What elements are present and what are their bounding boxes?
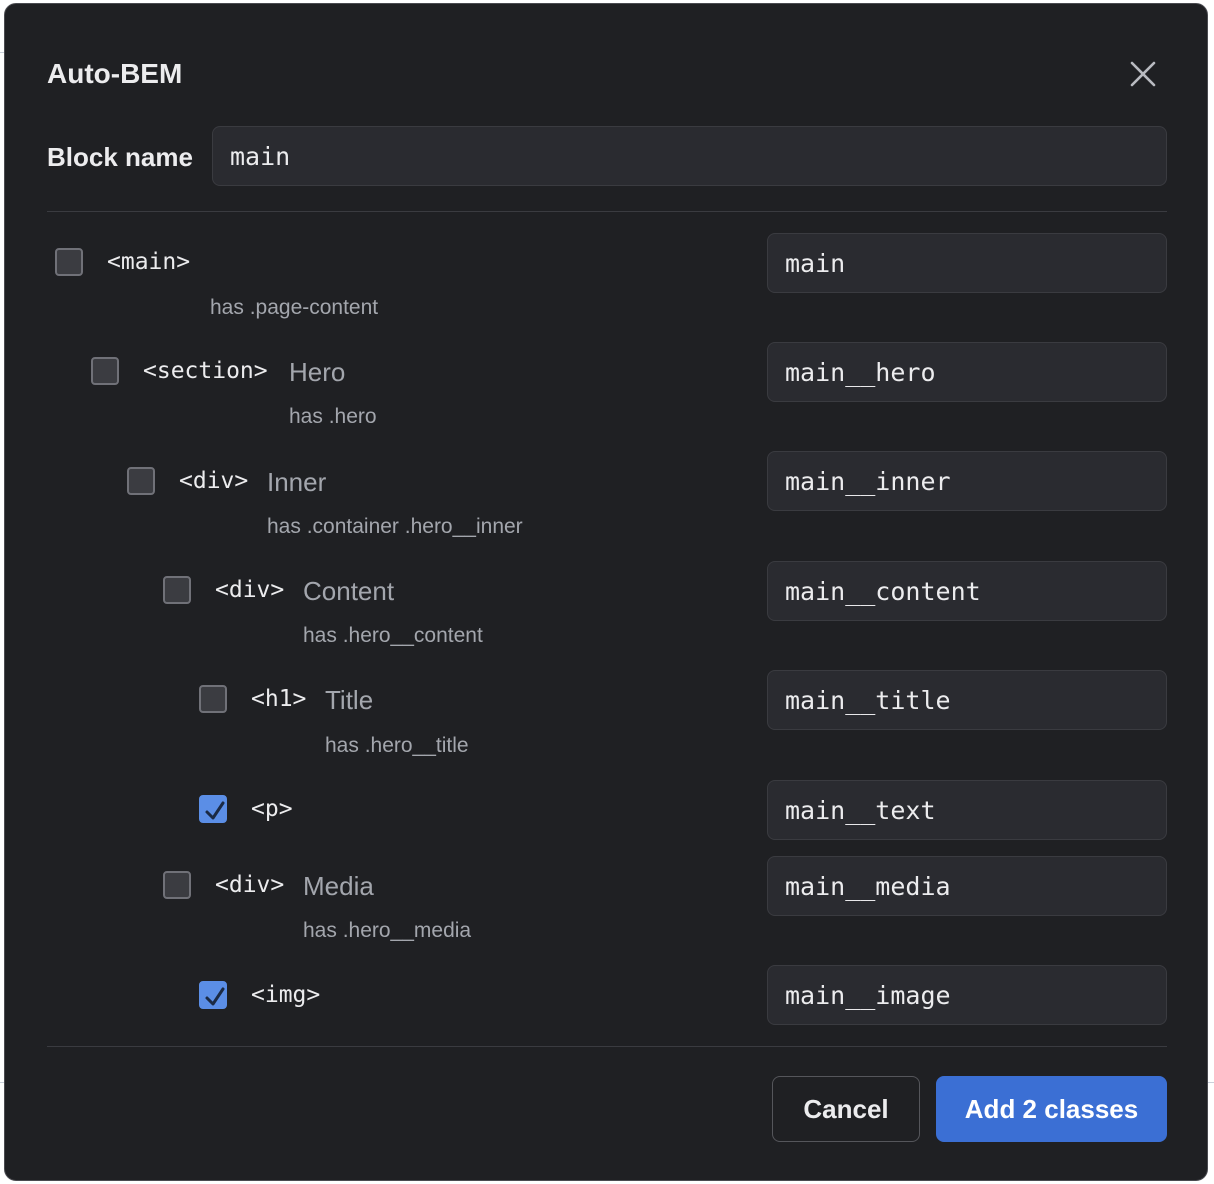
- bem-class-input[interactable]: [767, 670, 1167, 730]
- existing-classes: has .hero__title: [325, 734, 469, 757]
- close-button[interactable]: [1125, 56, 1161, 92]
- dialog-title: Auto-BEM: [47, 58, 183, 89]
- element-tag: <img>: [251, 982, 321, 1008]
- block-name-input[interactable]: [212, 126, 1167, 186]
- element-tag: <div>: [179, 468, 249, 494]
- existing-classes: has .page-content: [210, 296, 379, 319]
- element-role: Inner: [267, 467, 327, 497]
- bem-class-input[interactable]: [767, 965, 1167, 1025]
- element-tag: <div>: [215, 872, 285, 898]
- element-role: Hero: [289, 357, 346, 387]
- check-icon: [205, 801, 225, 820]
- row-checkbox[interactable]: [55, 248, 83, 276]
- existing-classes: has .container .hero__inner: [267, 515, 523, 538]
- add-classes-button[interactable]: Add 2 classes: [936, 1076, 1167, 1142]
- block-name-label: Block name: [47, 142, 193, 172]
- row-checkbox[interactable]: [91, 357, 119, 385]
- close-icon: [1130, 61, 1156, 87]
- bem-class-input[interactable]: [767, 451, 1167, 511]
- row-checkbox[interactable]: [127, 467, 155, 495]
- element-tag: <section>: [143, 358, 268, 384]
- element-tag: <div>: [215, 577, 285, 603]
- element-role: Media: [303, 871, 374, 901]
- bem-class-input[interactable]: [767, 780, 1167, 840]
- cancel-button[interactable]: Cancel: [772, 1076, 920, 1142]
- row-checkbox[interactable]: [199, 685, 227, 713]
- existing-classes: has .hero__media: [303, 919, 472, 942]
- element-role: Title: [325, 685, 374, 715]
- row-checkbox[interactable]: [163, 576, 191, 604]
- row-checkbox[interactable]: [199, 795, 227, 823]
- element-tag: <p>: [251, 796, 293, 822]
- row-checkbox[interactable]: [199, 981, 227, 1009]
- element-role: Content: [303, 576, 395, 606]
- bottom-divider: [47, 1046, 1167, 1047]
- existing-classes: has .hero__content: [303, 624, 483, 647]
- row-checkbox[interactable]: [163, 871, 191, 899]
- bem-class-input[interactable]: [767, 856, 1167, 916]
- element-tag: <h1>: [251, 686, 307, 712]
- check-icon: [205, 987, 225, 1006]
- auto-bem-dialog: Auto-BEM Block name <main> has .page-cont…: [4, 3, 1208, 1181]
- existing-classes: has .hero: [289, 405, 377, 428]
- bem-class-input[interactable]: [767, 342, 1167, 402]
- bem-class-input[interactable]: [767, 233, 1167, 293]
- top-divider: [47, 211, 1167, 212]
- element-tag: <main>: [107, 249, 191, 275]
- bem-class-input[interactable]: [767, 561, 1167, 621]
